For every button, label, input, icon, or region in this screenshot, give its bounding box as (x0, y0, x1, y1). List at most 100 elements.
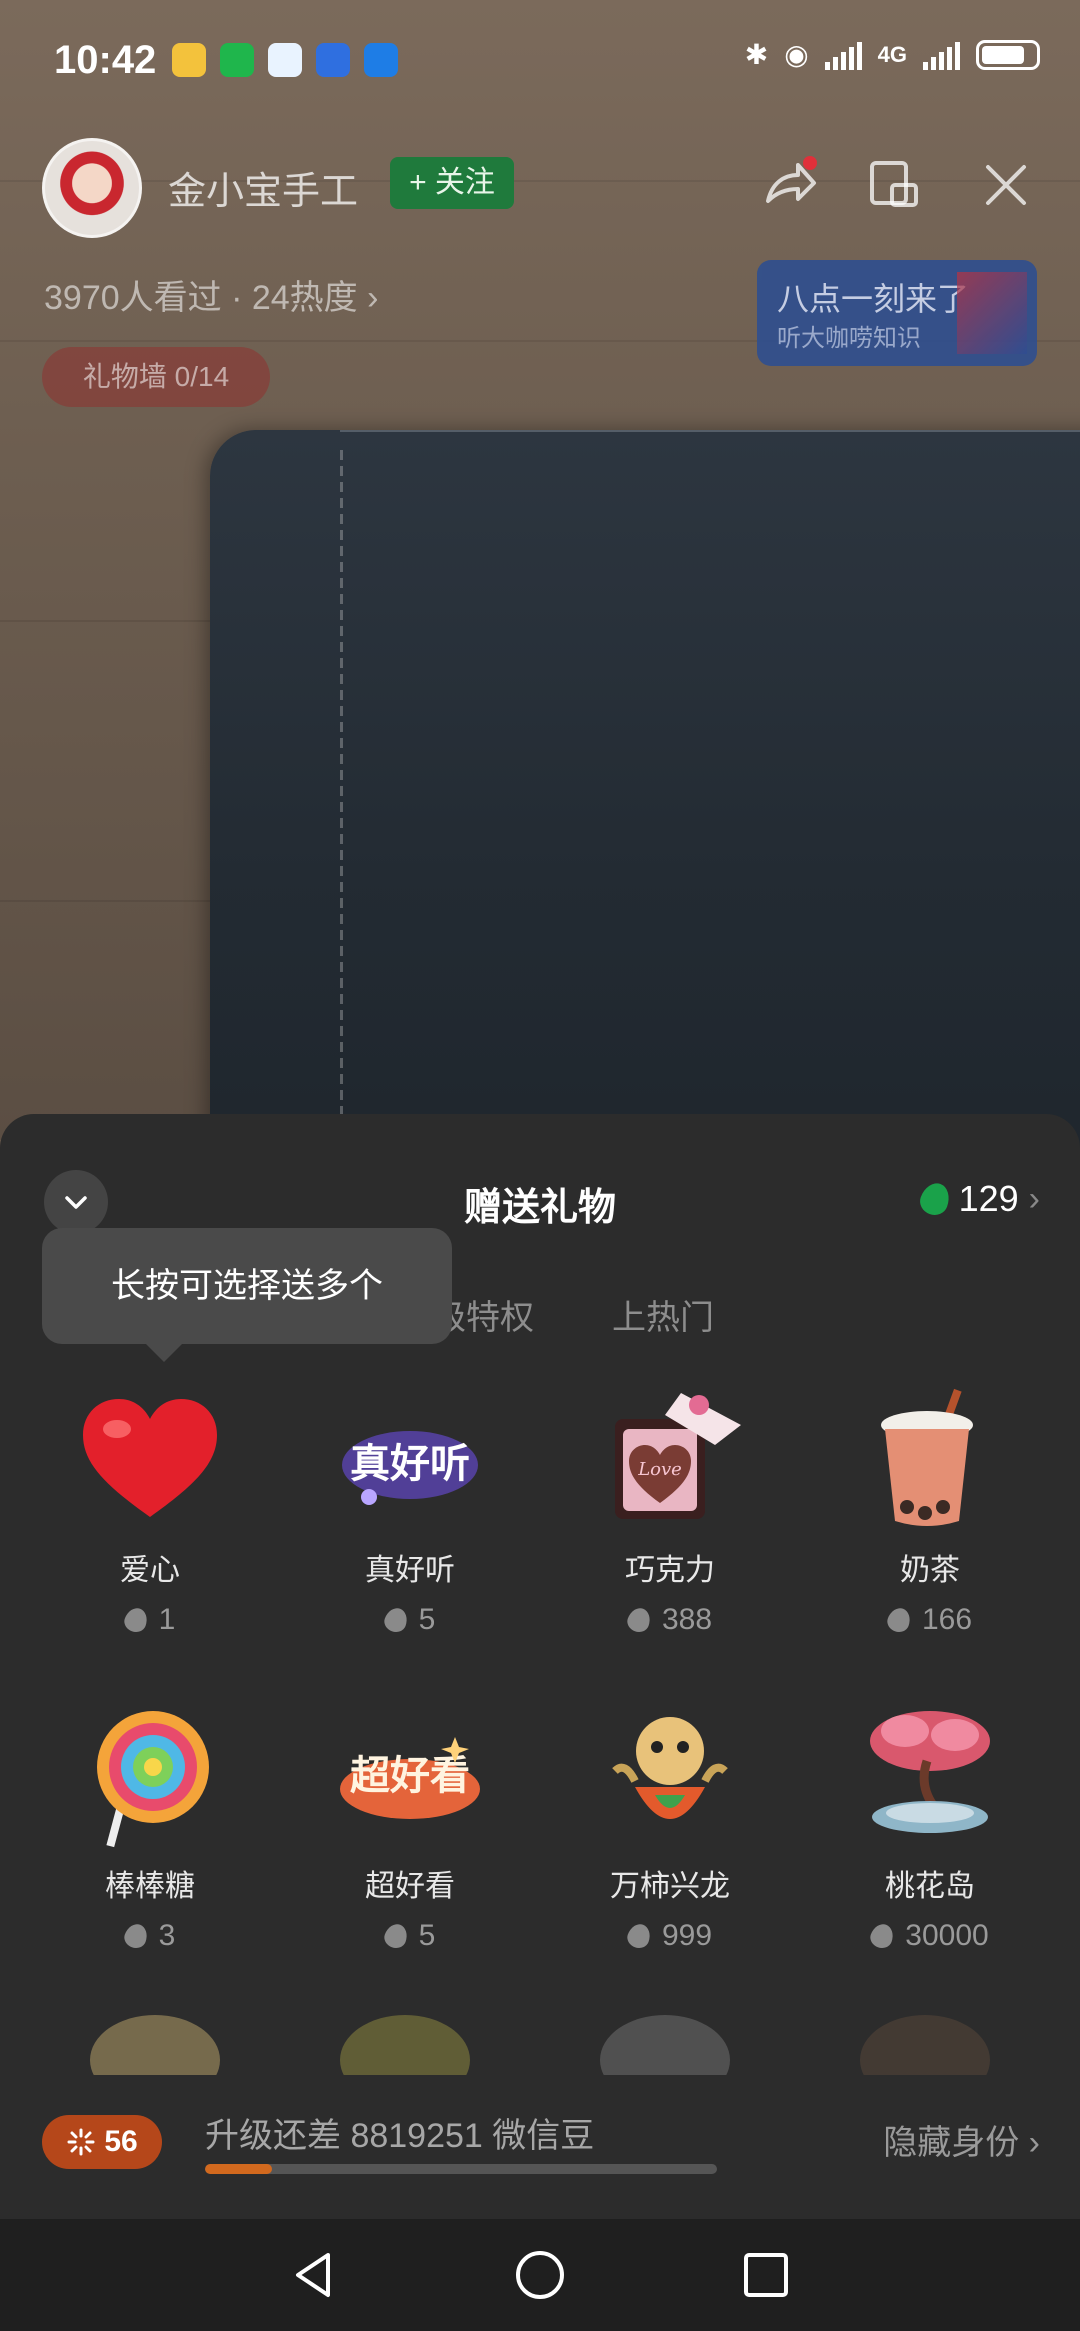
gift-price-value: 5 (418, 1603, 436, 1636)
gift-wall-badge[interactable]: 礼物墙 0/14 (42, 347, 270, 407)
home-icon[interactable] (512, 2247, 568, 2303)
gift-price: 388 (540, 1603, 800, 1637)
gift-name: 巧克力 (625, 1554, 715, 1587)
lollipop-icon (75, 1701, 225, 1851)
level-badge[interactable]: 56 (42, 2115, 162, 2169)
heart-icon (75, 1385, 225, 1535)
panel-title: 赠送礼物 (463, 1187, 616, 1229)
gift-price-value: 999 (661, 1919, 713, 1952)
love-text: Love (637, 1459, 682, 1480)
bean-icon (121, 1604, 151, 1636)
gift-price: 999 (540, 1919, 800, 1953)
gift-price: 1 (20, 1603, 280, 1637)
music-text-icon: 真好听 (335, 1385, 485, 1535)
gift-item-partial[interactable] (600, 2015, 730, 2075)
dragon-icon (595, 1701, 745, 1851)
wechat-icon (220, 43, 254, 77)
gift-name: 真好听 (365, 1554, 455, 1587)
bean-icon (624, 1920, 654, 1952)
bean-icon (381, 1920, 411, 1952)
gift-price: 5 (280, 1603, 540, 1637)
bean-icon (121, 1920, 151, 1952)
peach-tree-icon (855, 1701, 1005, 1851)
gift-price-value: 388 (661, 1603, 713, 1636)
gift-name: 桃花岛 (885, 1870, 975, 1903)
chocolate-box-icon: Love (595, 1385, 745, 1535)
minimize-window-icon[interactable] (866, 155, 926, 215)
gift-row-partial (0, 2005, 1080, 2075)
back-icon[interactable] (286, 2247, 342, 2303)
gift-name: 奶茶 (900, 1554, 960, 1587)
promo-logo (957, 272, 1027, 354)
battery-icon (976, 39, 1040, 70)
system-icons: ✱ ◉ 4G (745, 38, 1040, 71)
network-type: 4G (877, 41, 907, 67)
gift-item-chocolate[interactable]: Love 巧克力 388 (540, 1385, 800, 1637)
close-icon[interactable] (976, 155, 1036, 215)
level-number: 56 (104, 2125, 138, 2158)
gift-item-milk-tea[interactable]: 奶茶 166 (800, 1385, 1060, 1637)
share-icon[interactable] (760, 155, 820, 215)
gift-price: 30000 (800, 1919, 1060, 1953)
promo-subtitle: 听大咖唠知识 (777, 325, 921, 352)
hide-identity-button[interactable]: 隐藏身份 › (883, 2115, 1040, 2164)
upgrade-text: 升级还差 8819251 微信豆 (205, 2117, 595, 2155)
gift-item-lollipop[interactable]: 棒棒糖 3 (20, 1701, 280, 1953)
hotspot-icon: ◉ (784, 39, 809, 70)
recents-icon[interactable] (738, 2247, 794, 2303)
level-progress-fill (205, 2164, 272, 2174)
follow-button[interactable]: + 关注 (390, 157, 514, 209)
signal-icon-2 (923, 40, 960, 70)
streamer-name[interactable]: 金小宝手工 (168, 160, 358, 215)
bean-icon (381, 1604, 411, 1636)
long-press-tooltip: 长按可选择送多个 (42, 1228, 452, 1362)
gift-item-zhenhaoting[interactable]: 真好听 真好听 5 (280, 1385, 540, 1637)
gift-name: 棒棒糖 (105, 1870, 195, 1903)
gift-item-dragon[interactable]: 万柿兴龙 999 (540, 1701, 800, 1953)
chat-bubble-icon (268, 43, 302, 77)
gift-name: 爱心 (120, 1554, 180, 1587)
gift-name: 万柿兴龙 (610, 1870, 730, 1903)
app-icon (364, 43, 398, 77)
milk-tea-icon (855, 1385, 1005, 1535)
sparkle-icon (67, 2128, 95, 2156)
level-progress-bar (205, 2164, 717, 2174)
promo-banner[interactable]: 八点一刻来了 听大咖唠知识 (757, 260, 1037, 366)
text-badge-icon: 超好看 (335, 1701, 485, 1851)
gift-item-partial[interactable] (90, 2015, 220, 2075)
gift-item-partial[interactable] (340, 2015, 470, 2075)
gift-price-value: 3 (158, 1919, 176, 1952)
gift-name: 超好看 (365, 1870, 455, 1903)
gift-item-peach-island[interactable]: 桃花岛 30000 (800, 1701, 1060, 1953)
notification-icons (172, 43, 398, 77)
denim-fabric (210, 430, 1080, 1170)
gift-price-value: 5 (418, 1919, 436, 1952)
bean-icon (915, 1179, 954, 1219)
system-nav-bar (0, 2219, 1080, 2331)
status-bar: 10:42 ✱ ◉ 4G (0, 0, 1080, 120)
balance-value: 129 (958, 1178, 1019, 1219)
bean-icon (884, 1604, 914, 1636)
chaohaokan-text: 超好看 (350, 1753, 470, 1799)
gift-price: 5 (280, 1919, 540, 1953)
gift-price-value: 30000 (905, 1919, 989, 1952)
streamer-avatar[interactable] (42, 138, 142, 238)
shield-icon (316, 43, 350, 77)
gift-item-chaohaokan[interactable]: 超好看 超好看 5 (280, 1701, 540, 1953)
bean-balance[interactable]: 129 › (915, 1178, 1040, 1220)
gift-price-value: 166 (921, 1603, 973, 1636)
bean-icon (624, 1604, 654, 1636)
zhenhaoting-text: 真好听 (350, 1441, 470, 1487)
promo-title: 八点一刻来了 (777, 281, 970, 317)
signal-icon (824, 40, 862, 70)
gift-item-heart[interactable]: 爱心 1 (20, 1385, 280, 1637)
weibo-icon (172, 43, 206, 77)
bean-icon (867, 1920, 897, 1952)
viewer-stats[interactable]: 3970人看过 · 24热度 › (44, 270, 378, 319)
gift-price-value: 1 (158, 1603, 176, 1636)
tab-trending[interactable]: 上热门 (612, 1290, 714, 1339)
gift-price: 3 (20, 1919, 280, 1953)
gift-item-partial[interactable] (860, 2015, 990, 2075)
bluetooth-icon: ✱ (744, 39, 769, 70)
gift-price: 166 (800, 1603, 1060, 1637)
